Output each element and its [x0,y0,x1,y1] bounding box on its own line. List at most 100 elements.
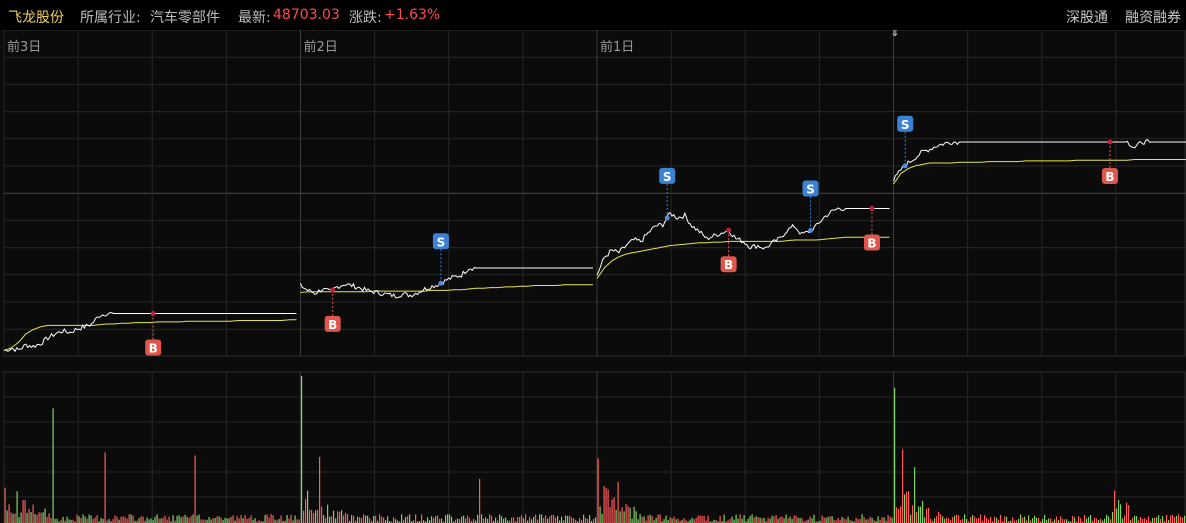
volume-bar [34,514,36,523]
volume-bar [665,515,667,523]
volume-bar [1096,518,1098,523]
volume-bar [1012,517,1014,523]
volume-bar [719,516,721,523]
volume-bar [589,515,591,523]
volume-bar [1100,518,1102,523]
volume-bar [477,514,479,523]
volume-bar [609,507,611,523]
volume-bar [513,517,515,523]
volume-bar [463,515,465,523]
volume-bar [441,518,443,523]
day-label: 前1日 [600,39,634,55]
margin-trading-button[interactable]: 融资融券 [1125,7,1181,27]
marker-label: B [1105,170,1114,184]
volume-bar [695,518,697,523]
volume-bar [877,516,879,523]
volume-bar [651,515,653,523]
volume-bar [16,491,18,523]
volume-bar [980,514,982,523]
volume-bar [595,517,597,523]
intraday-chart[interactable]: 前3日 前2日 前1日 B B S S B S B S B ⇕ [0,30,1186,523]
volume-bar [1154,517,1156,523]
volume-bar [1004,516,1006,523]
volume-bar [156,514,158,523]
volume-bar [305,498,307,523]
volume-bar [491,515,493,523]
volume-bar [387,516,389,523]
volume-bar [1182,517,1184,523]
volume-bar [499,514,501,523]
volume-bar [535,514,537,523]
volume-bar [733,519,735,523]
volume-bar [1142,518,1144,523]
volume-bar [172,515,174,523]
volume-bar [1072,515,1074,523]
volume-bar [625,504,627,523]
volume-bar [1044,514,1046,523]
volume-bar [1180,516,1182,523]
volume-bar [337,511,339,523]
volume-bar [236,516,238,523]
volume-bar [920,506,922,523]
volume-bar [230,516,232,523]
volume-bar [94,517,96,523]
volume-bar [214,518,216,523]
volume-bar [309,509,311,523]
volume-bar [1162,516,1164,523]
volume-bar [567,515,569,523]
volume-bar [990,516,992,523]
volume-bar [182,516,184,523]
volume-bar [799,517,801,523]
volume-bar [1032,518,1034,523]
volume-bar [461,516,463,523]
volume-bar [789,516,791,523]
volume-bar [184,514,186,523]
volume-bar [190,516,192,523]
volume-bar [978,517,980,523]
volume-bar [40,512,42,523]
volume-bar [457,518,459,523]
volume-bar [198,514,200,523]
volume-bar [703,515,705,523]
volume-bar [655,517,657,523]
volume-bar [1078,516,1080,523]
volume-bar [813,514,815,523]
volume-bar [86,518,88,523]
volume-bar [974,516,976,523]
volume-bar [547,518,549,523]
volume-bar [825,517,827,523]
volume-bar [601,513,603,523]
volume-bar [1120,504,1122,523]
volume-bar [1170,515,1172,523]
volume-bar [405,517,407,523]
volume-bar [210,519,212,523]
volume-bar [1088,516,1090,523]
industry-value[interactable]: 汽车零部件 [150,7,220,27]
volume-bar [1006,516,1008,523]
volume-bar [735,514,737,523]
volume-bar [906,491,908,523]
volume-bar [150,518,152,523]
volume-bar [647,515,649,523]
volume-bar [948,518,950,523]
volume-bar [729,518,731,523]
crosshair-handle-icon[interactable]: ⇕ [890,30,899,39]
volume-bar [427,517,429,523]
volume-bar [323,515,325,523]
shenzhen-connect-button[interactable]: 深股通 [1066,7,1108,27]
stock-name[interactable]: 飞龙股份 [8,7,64,27]
volume-bar [926,508,928,523]
volume-bar [511,517,513,523]
volume-bar [88,514,90,523]
volume-bar [519,516,521,523]
volume-bar [797,517,799,523]
volume-bar [164,515,166,523]
volume-bar [807,519,809,523]
volume-bar [611,499,613,523]
volume-bar [1140,517,1142,523]
volume-bar [345,513,347,523]
volume-bar [938,511,940,523]
volume-bar [268,517,270,523]
volume-bar [553,514,555,523]
marker-dot [902,163,908,169]
